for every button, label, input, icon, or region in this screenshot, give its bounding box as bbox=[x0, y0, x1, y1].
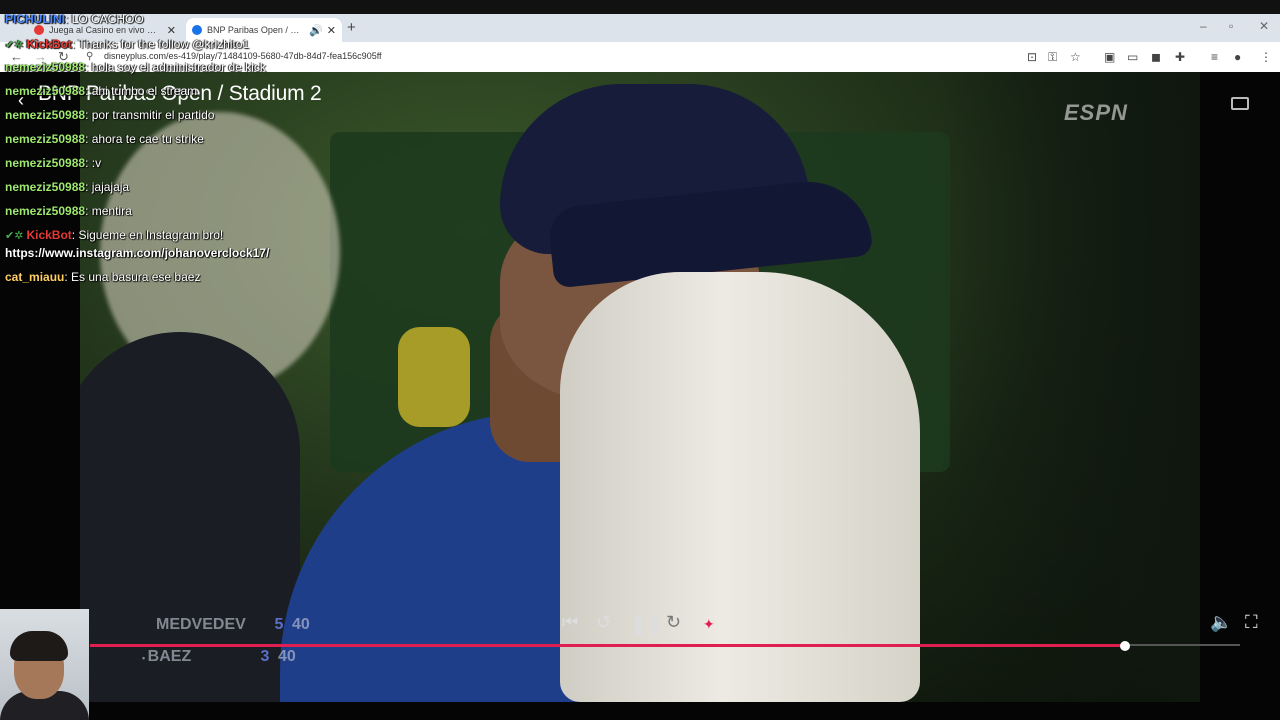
chat-username: KickBot bbox=[26, 37, 72, 51]
player-games: 5 bbox=[274, 616, 284, 633]
maximize-icon[interactable]: ▫ bbox=[1229, 19, 1233, 33]
background-blur bbox=[940, 72, 1200, 702]
chat-text: Thanks for the follow @krizhito1 bbox=[78, 37, 250, 51]
score-row-1: MEDVEDEV 5 40 bbox=[156, 616, 322, 634]
chat-username: nemeziz50988 bbox=[5, 60, 86, 74]
extension-game-icon[interactable]: ◼ bbox=[1151, 50, 1161, 64]
progress-fill bbox=[90, 644, 1125, 647]
new-tab-icon[interactable]: + bbox=[347, 19, 356, 36]
chat-message: ✔✲ KickBot: Thanks for the follow @krizhi… bbox=[5, 37, 249, 51]
extension-icon[interactable]: ▣ bbox=[1104, 50, 1115, 64]
chat-username: KickBot bbox=[26, 228, 72, 242]
chat-username: nemeziz50988 bbox=[5, 156, 86, 170]
chat-username: nemeziz50988 bbox=[5, 132, 86, 146]
media-queue-icon[interactable]: ≡ bbox=[1211, 50, 1218, 64]
tab-title: BNP Paribas Open / Stadiu... bbox=[207, 25, 305, 35]
tab-title: Juega al Casino en vivo Online bbox=[49, 25, 163, 35]
minimize-icon[interactable]: – bbox=[1200, 19, 1207, 33]
chat-text: Es una basura ese baez bbox=[71, 270, 201, 284]
screen: Juega al Casino en vivo Online ✕ BNP Par… bbox=[0, 0, 1280, 720]
streamer-webcam bbox=[0, 609, 89, 720]
player-games: 3 bbox=[260, 648, 270, 665]
yellow-object bbox=[398, 327, 470, 427]
chat-text: https://www.instagram.com/johanoverclock… bbox=[5, 246, 270, 260]
chat-colon: : bbox=[85, 84, 92, 98]
player-name: MEDVEDEV bbox=[156, 616, 246, 633]
chat-message: PICHULINI: LO CACHOO bbox=[5, 12, 144, 26]
casino-favicon-icon bbox=[34, 25, 44, 35]
chat-message: nemeziz50988: por transmitir el partido bbox=[5, 108, 214, 122]
chat-message: nemeziz50988: :v bbox=[5, 156, 101, 170]
player-points: 40 bbox=[292, 616, 310, 633]
skip-back-icon[interactable]: ⏮ bbox=[562, 612, 578, 633]
chat-text: LO CACHOO bbox=[71, 12, 144, 26]
chat-message: nemeziz50988: mentira bbox=[5, 204, 132, 218]
rewind-10-icon[interactable]: ↺ bbox=[596, 612, 611, 633]
close-tab-icon[interactable]: ✕ bbox=[327, 24, 336, 37]
subtitles-icon[interactable] bbox=[1231, 97, 1249, 110]
live-indicator-icon: ✦ bbox=[703, 616, 715, 632]
chat-text: por transmitir el partido bbox=[91, 108, 215, 122]
chat-message: nemeziz50988: jajajaja bbox=[5, 180, 129, 194]
chat-username: nemeziz50988 bbox=[5, 180, 86, 194]
chat-colon: : bbox=[85, 108, 92, 122]
chat-text: Sigueme en Instagram bro! bbox=[78, 228, 224, 242]
chat-colon: : bbox=[85, 180, 92, 194]
player-name: • BAEZ bbox=[142, 648, 252, 666]
chat-colon: : bbox=[85, 60, 92, 74]
player-name-text: BAEZ bbox=[147, 648, 192, 665]
fullscreen-icon[interactable]: ⛶ bbox=[1245, 612, 1258, 633]
chat-username: PICHULINI bbox=[5, 12, 65, 26]
chat-message: cat_miauu: Es una basura ese baez bbox=[5, 270, 200, 284]
player-points: 40 bbox=[278, 648, 296, 665]
password-key-icon[interactable]: ⚿ bbox=[1048, 50, 1057, 65]
chat-colon: : bbox=[85, 156, 92, 170]
chat-username: nemeziz50988 bbox=[5, 84, 86, 98]
chat-text: ahora te cae tu strike bbox=[91, 132, 204, 146]
chat-username: cat_miauu bbox=[5, 270, 65, 284]
bot-badge-icon: ✔✲ bbox=[5, 39, 24, 51]
chat-message: https://www.instagram.com/johanoverclock… bbox=[5, 246, 269, 260]
chat-text: :v bbox=[91, 156, 102, 170]
chat-message: ✔✲ KickBot: Sigueme en Instagram bro! bbox=[5, 228, 223, 242]
install-icon[interactable]: ⊡ bbox=[1027, 50, 1037, 64]
top-strip bbox=[0, 0, 1280, 14]
menu-kebab-icon[interactable]: ⋮ bbox=[1260, 50, 1272, 64]
chat-text: jajajaja bbox=[91, 180, 130, 194]
chat-colon: : bbox=[85, 132, 92, 146]
player-towel bbox=[560, 272, 920, 702]
chat-text: ahi tumbo el stream bbox=[91, 84, 198, 98]
bot-badge-icon: ✔✲ bbox=[5, 230, 24, 242]
chat-message: nemeziz50988: hola soy el administrador … bbox=[5, 60, 266, 74]
volume-icon[interactable]: 🔈 bbox=[1210, 612, 1232, 633]
chat-username: nemeziz50988 bbox=[5, 108, 86, 122]
close-window-icon[interactable]: ✕ bbox=[1259, 19, 1269, 33]
progress-scrubber[interactable] bbox=[1120, 641, 1130, 651]
puzzle-extensions-icon[interactable]: ✚ bbox=[1175, 50, 1185, 64]
pause-icon[interactable]: ❚❚ bbox=[630, 612, 664, 637]
chat-message: nemeziz50988: ahi tumbo el stream bbox=[5, 84, 197, 98]
chat-message: nemeziz50988: ahora te cae tu strike bbox=[5, 132, 204, 146]
disney-favicon-icon bbox=[192, 25, 202, 35]
forward-10-icon[interactable]: ↻ bbox=[666, 612, 681, 633]
bookmark-star-icon[interactable]: ☆ bbox=[1070, 50, 1081, 64]
score-row-2: • BAEZ 3 40 bbox=[142, 648, 308, 666]
cast-icon[interactable]: ▭ bbox=[1127, 50, 1138, 64]
close-tab-icon[interactable]: ✕ bbox=[167, 24, 176, 37]
chat-colon: : bbox=[85, 204, 92, 218]
chat-colon: : bbox=[65, 12, 72, 26]
chat-text: mentira bbox=[91, 204, 132, 218]
profile-avatar-icon[interactable]: ● bbox=[1234, 50, 1241, 64]
streamer-hair bbox=[10, 631, 68, 661]
chat-username: nemeziz50988 bbox=[5, 204, 86, 218]
video-frame[interactable] bbox=[80, 72, 1200, 702]
espn-logo: ESPN bbox=[1064, 100, 1128, 125]
chat-text: hola soy el administrador de kick bbox=[91, 60, 266, 74]
speaker-icon[interactable]: 🔊 bbox=[309, 24, 323, 37]
